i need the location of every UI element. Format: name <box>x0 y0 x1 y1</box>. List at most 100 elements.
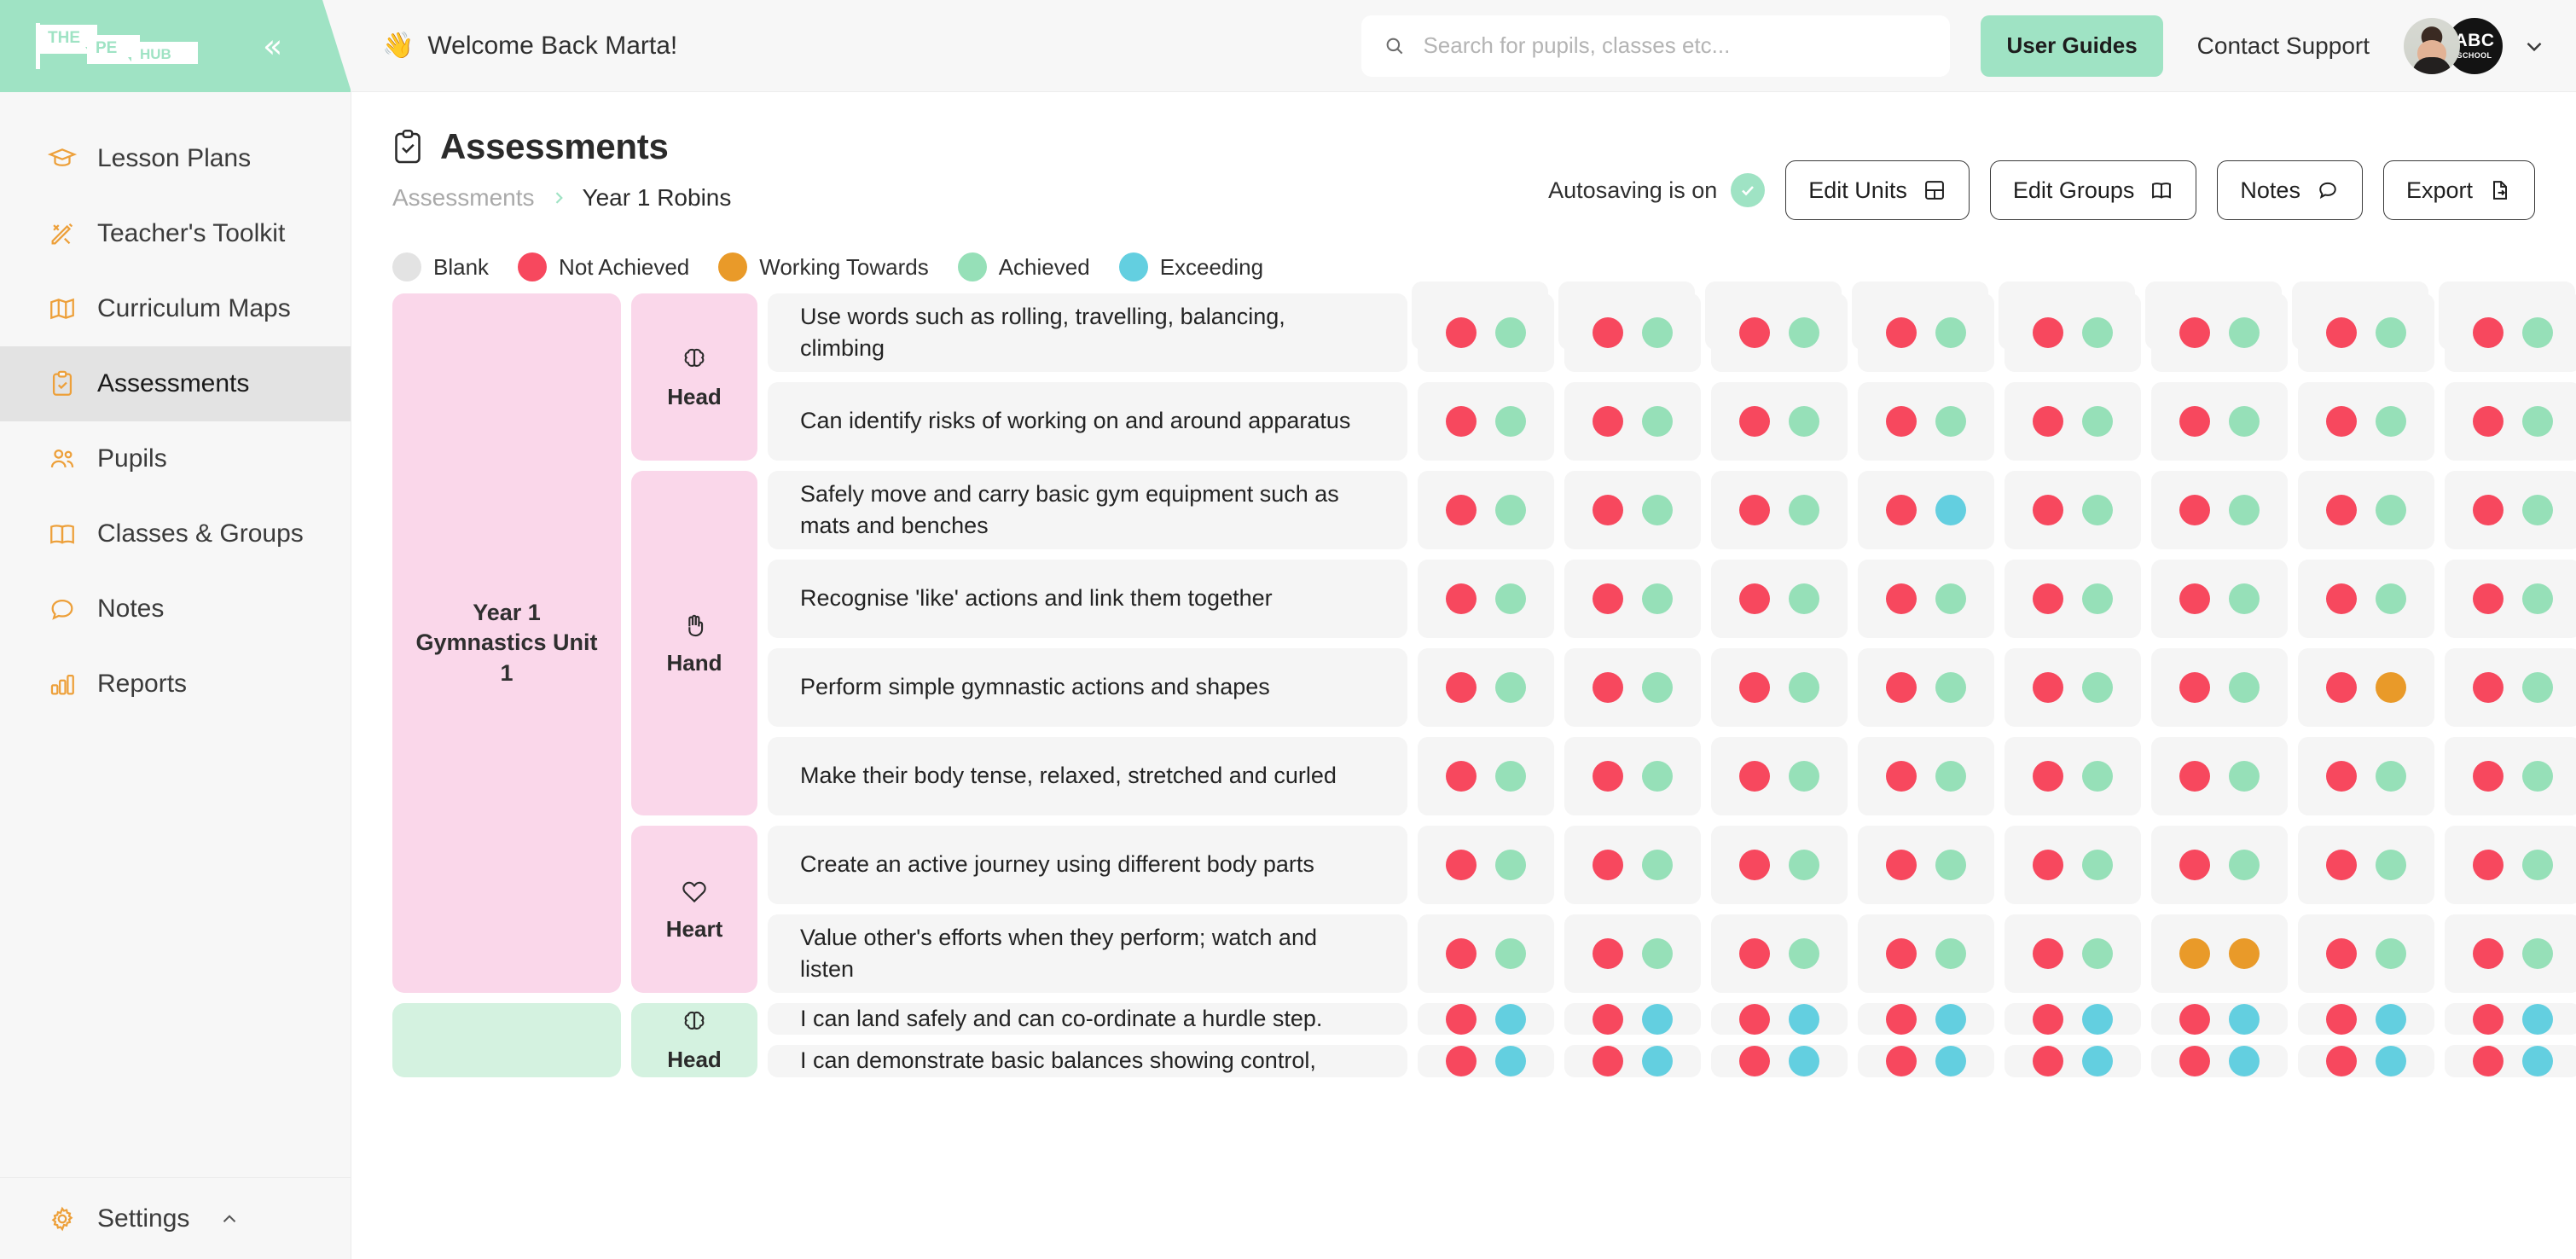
assessment-cell[interactable] <box>1418 737 1554 815</box>
status-dot[interactable] <box>2473 761 2503 792</box>
status-dot[interactable] <box>1446 761 1477 792</box>
status-dot[interactable] <box>1935 761 1966 792</box>
status-dot[interactable] <box>2179 672 2210 703</box>
assessment-cell[interactable] <box>2005 914 2141 993</box>
status-dot[interactable] <box>2179 495 2210 525</box>
status-dot[interactable] <box>1642 406 1673 437</box>
assessment-cell[interactable] <box>1564 826 1701 904</box>
status-dot[interactable] <box>2522 583 2553 614</box>
assessment-cell[interactable] <box>1418 382 1554 461</box>
status-dot[interactable] <box>1935 1045 1966 1076</box>
assessment-cell[interactable] <box>1858 826 1994 904</box>
status-dot[interactable] <box>2229 850 2260 880</box>
status-dot[interactable] <box>1495 406 1526 437</box>
sidebar-item-curriculum-maps[interactable]: Curriculum Maps <box>0 271 351 346</box>
status-dot[interactable] <box>1789 406 1819 437</box>
status-dot[interactable] <box>2082 672 2113 703</box>
status-dot[interactable] <box>2082 495 2113 525</box>
status-dot[interactable] <box>2179 761 2210 792</box>
status-dot[interactable] <box>2326 938 2357 969</box>
assessment-cell[interactable] <box>1858 648 1994 727</box>
assessment-cell[interactable] <box>2005 471 2141 549</box>
assessment-cell[interactable] <box>1711 1045 1848 1077</box>
status-dot[interactable] <box>2179 406 2210 437</box>
assessment-cell[interactable] <box>2445 1003 2576 1036</box>
status-dot[interactable] <box>2179 850 2210 880</box>
assessment-cell[interactable] <box>2298 648 2434 727</box>
sidebar-item-notes[interactable]: Notes <box>0 571 351 647</box>
assessment-cell[interactable] <box>2151 914 2288 993</box>
status-dot[interactable] <box>1642 1003 1673 1035</box>
status-dot[interactable] <box>2229 1003 2260 1035</box>
assessment-cell[interactable] <box>2445 1045 2576 1077</box>
status-dot[interactable] <box>1739 938 1770 969</box>
collapse-sidebar-icon[interactable]: « <box>263 30 282 62</box>
status-dot[interactable] <box>2229 406 2260 437</box>
status-dot[interactable] <box>1886 406 1917 437</box>
status-dot[interactable] <box>1935 406 1966 437</box>
status-dot[interactable] <box>2326 583 2357 614</box>
status-dot[interactable] <box>1886 850 1917 880</box>
status-dot[interactable] <box>2376 583 2406 614</box>
status-dot[interactable] <box>1593 317 1623 348</box>
status-dot[interactable] <box>1593 672 1623 703</box>
assessment-cell[interactable] <box>2151 1045 2288 1077</box>
status-dot[interactable] <box>2229 495 2260 525</box>
assessment-cell[interactable] <box>2151 648 2288 727</box>
pe-hub-logo[interactable]: THE PE HUB <box>31 20 218 73</box>
assessment-cell[interactable] <box>2445 382 2576 461</box>
status-dot[interactable] <box>2473 938 2503 969</box>
status-dot[interactable] <box>1935 583 1966 614</box>
status-dot[interactable] <box>2082 583 2113 614</box>
assessment-cell[interactable] <box>2445 737 2576 815</box>
assessment-cell[interactable] <box>1564 293 1701 372</box>
status-dot[interactable] <box>2033 406 2063 437</box>
status-dot[interactable] <box>1935 317 1966 348</box>
status-dot[interactable] <box>2033 317 2063 348</box>
status-dot[interactable] <box>1935 850 1966 880</box>
status-dot[interactable] <box>1739 495 1770 525</box>
status-dot[interactable] <box>2522 938 2553 969</box>
assessment-cell[interactable] <box>1858 1045 1994 1077</box>
assessment-cell[interactable] <box>1858 293 1994 372</box>
sidebar-item-settings[interactable]: Settings <box>0 1177 351 1259</box>
assessment-cell[interactable] <box>2445 471 2576 549</box>
assessment-cell[interactable] <box>1711 737 1848 815</box>
assessment-cell[interactable] <box>2151 382 2288 461</box>
contact-support-link[interactable]: Contact Support <box>2197 32 2370 60</box>
sidebar-item-classes-groups[interactable]: Classes & Groups <box>0 496 351 571</box>
status-dot[interactable] <box>1642 938 1673 969</box>
assessment-cell[interactable] <box>1858 737 1994 815</box>
status-dot[interactable] <box>1495 317 1526 348</box>
status-dot[interactable] <box>1593 406 1623 437</box>
assessment-cell[interactable] <box>2005 382 2141 461</box>
status-dot[interactable] <box>2473 1003 2503 1035</box>
status-dot[interactable] <box>1739 406 1770 437</box>
status-dot[interactable] <box>2522 1003 2553 1035</box>
status-dot[interactable] <box>2229 672 2260 703</box>
assessment-cell[interactable] <box>2151 1003 2288 1036</box>
status-dot[interactable] <box>2522 850 2553 880</box>
assessment-cell[interactable] <box>1711 826 1848 904</box>
assessment-cell[interactable] <box>2298 382 2434 461</box>
status-dot[interactable] <box>1886 583 1917 614</box>
status-dot[interactable] <box>1495 1003 1526 1035</box>
status-dot[interactable] <box>2229 761 2260 792</box>
status-dot[interactable] <box>1495 495 1526 525</box>
user-guides-button[interactable]: User Guides <box>1981 15 2163 77</box>
status-dot[interactable] <box>1446 672 1477 703</box>
status-dot[interactable] <box>2376 1045 2406 1076</box>
status-dot[interactable] <box>1446 406 1477 437</box>
chevron-up-icon[interactable] <box>218 1208 241 1230</box>
unit-name-label[interactable]: Year 1 Gymnastics Unit 1 <box>392 293 621 993</box>
status-dot[interactable] <box>1935 495 1966 525</box>
status-dot[interactable] <box>2376 938 2406 969</box>
status-dot[interactable] <box>1739 1003 1770 1035</box>
status-dot[interactable] <box>1446 317 1477 348</box>
assessment-cell[interactable] <box>2151 471 2288 549</box>
status-dot[interactable] <box>2082 1045 2113 1076</box>
assessment-cell[interactable] <box>2445 914 2576 993</box>
status-dot[interactable] <box>2082 1003 2113 1035</box>
status-dot[interactable] <box>1886 672 1917 703</box>
assessment-cell[interactable] <box>1711 560 1848 638</box>
